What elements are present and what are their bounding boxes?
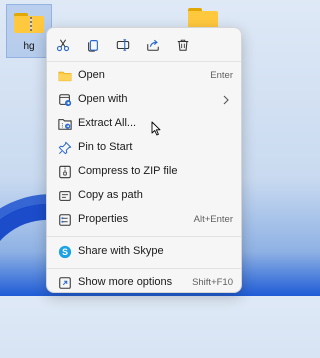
menu-item-shortcut: Shift+F10 <box>192 277 233 288</box>
properties-icon <box>57 212 73 228</box>
cut-icon <box>56 39 70 52</box>
pin-icon <box>57 140 73 156</box>
menu-item-label: Open <box>78 69 105 81</box>
menu-item-label: Properties <box>78 213 129 225</box>
mouse-cursor-icon <box>151 121 161 136</box>
share-icon <box>147 39 159 51</box>
menu-item-show-more-options[interactable]: Show more options Shift+F10 <box>51 271 237 295</box>
menu-item-extract-all[interactable]: Extract All... <box>51 112 237 136</box>
copy-path-icon <box>57 188 73 204</box>
menu-divider <box>47 268 241 269</box>
copy-icon <box>88 40 98 52</box>
menu-divider <box>47 236 241 237</box>
more-options-icon <box>57 275 73 291</box>
menu-item-open[interactable]: Open Enter <box>51 64 237 88</box>
open-with-icon <box>57 92 73 108</box>
delete-icon <box>177 39 189 51</box>
delete-button[interactable] <box>172 34 194 56</box>
context-menu: Open Enter Open with Extract All... Pin … <box>46 27 242 293</box>
menu-item-label: Copy as path <box>78 189 143 201</box>
desktop-folder[interactable] <box>188 6 218 28</box>
rename-button[interactable] <box>112 34 134 56</box>
desktop-icon-label: hg <box>23 41 35 52</box>
extract-icon <box>57 116 73 132</box>
menu-item-label: Pin to Start <box>78 141 133 153</box>
chevron-right-icon <box>223 95 229 105</box>
menu-item-copy-as-path[interactable]: Copy as path <box>51 184 237 208</box>
menu-item-label: Share with Skype <box>78 245 164 257</box>
skype-icon: S <box>57 244 73 260</box>
menu-item-label: Open with <box>78 93 128 105</box>
folder-icon <box>188 6 218 28</box>
menu-item-open-with[interactable]: Open with <box>51 88 237 112</box>
menu-item-compress-zip[interactable]: Compress to ZIP file <box>51 160 237 184</box>
share-button[interactable] <box>142 34 164 56</box>
menu-item-label: Compress to ZIP file <box>78 165 178 177</box>
menu-item-label: Show more options <box>78 276 173 288</box>
context-menu-toolbar <box>47 28 241 61</box>
menu-item-shortcut: Alt+Enter <box>193 214 233 225</box>
menu-item-properties[interactable]: Properties Alt+Enter <box>51 208 237 232</box>
folder-icon <box>57 68 73 84</box>
svg-text:S: S <box>62 247 68 257</box>
menu-item-shortcut: Enter <box>210 70 233 81</box>
menu-item-pin-to-start[interactable]: Pin to Start <box>51 136 237 160</box>
menu-item-share-with-skype[interactable]: S Share with Skype <box>51 240 237 264</box>
copy-button[interactable] <box>82 34 104 56</box>
rename-icon <box>116 39 130 51</box>
cut-button[interactable] <box>52 34 74 56</box>
zip-folder-icon <box>14 11 44 33</box>
toolbar-divider <box>47 61 241 62</box>
menu-item-label: Extract All... <box>78 117 137 129</box>
zip-icon <box>57 164 73 180</box>
